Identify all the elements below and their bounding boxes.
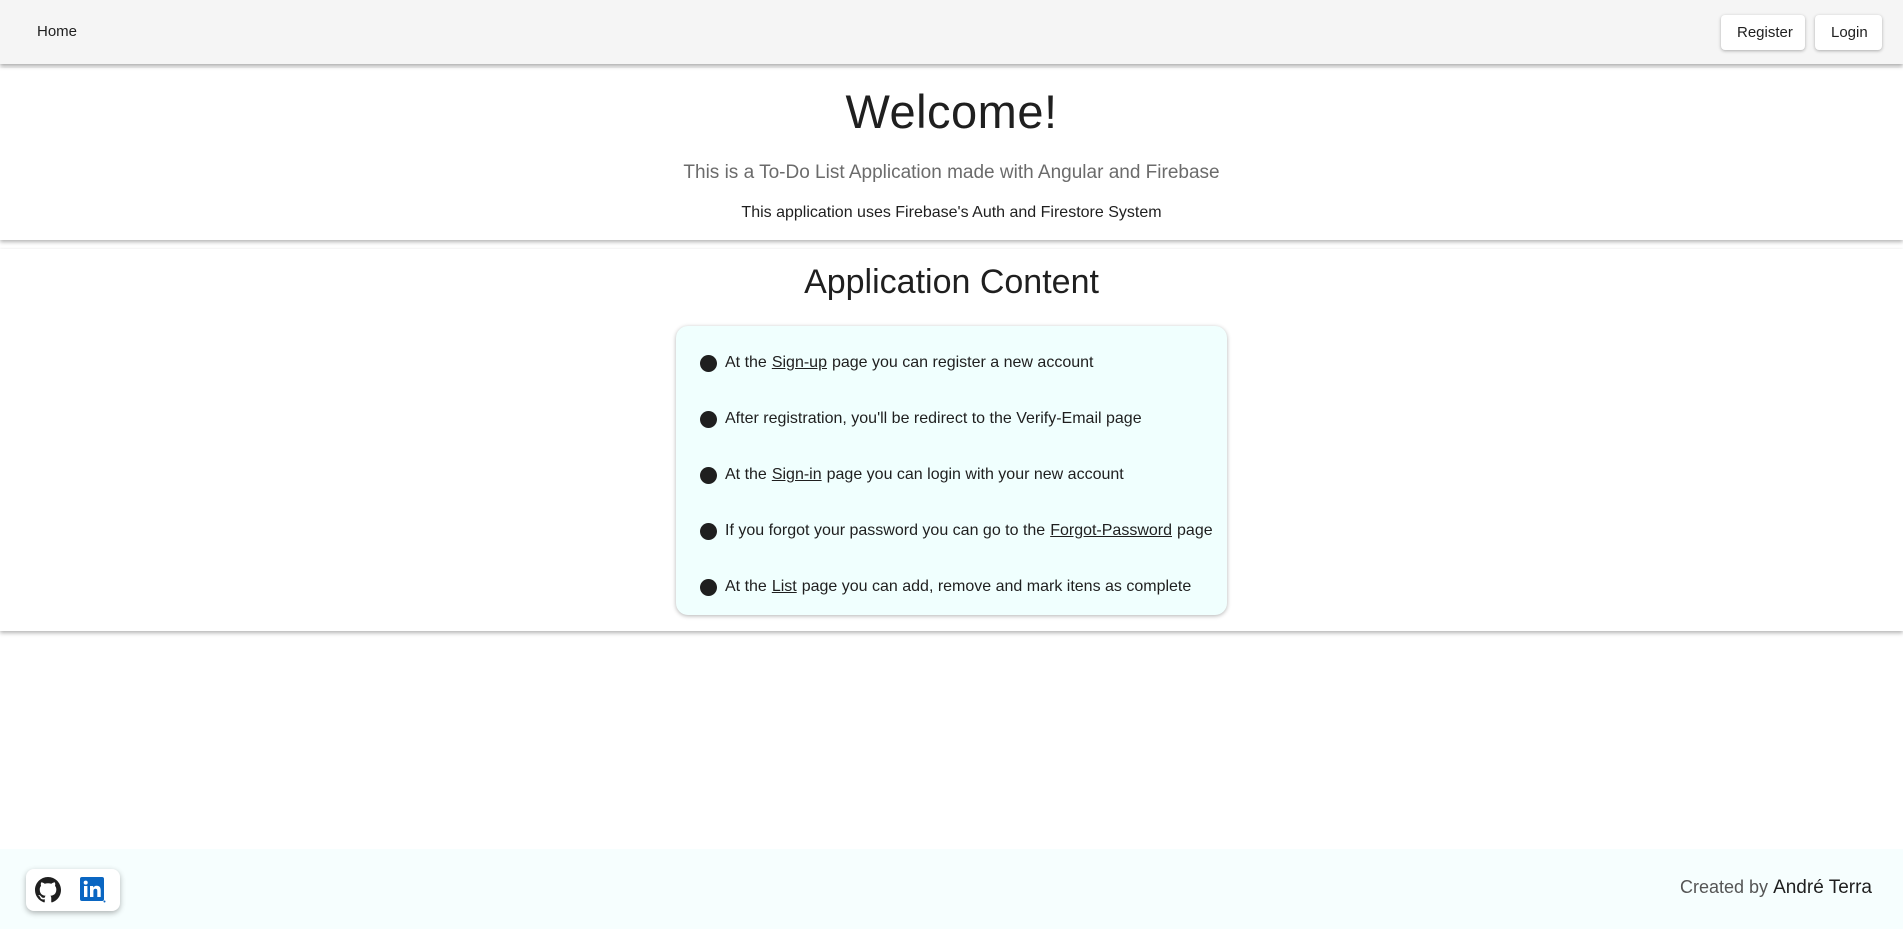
list-link[interactable]: List (772, 578, 797, 596)
welcome-card: Welcome! This is a To-Do List Applicatio… (0, 68, 1903, 240)
welcome-title: Welcome! (845, 85, 1058, 138)
list-item: After registration, you'll be redirect t… (700, 407, 1142, 431)
content-panel: At the Sign-up page you can register a n… (676, 326, 1227, 615)
author-name: André Terra (1773, 877, 1872, 898)
list-item: At the List page you can add, remove and… (700, 575, 1191, 599)
sign-up-link[interactable]: Sign-up (772, 354, 827, 372)
welcome-note: This application uses Firebase's Auth an… (741, 204, 1162, 221)
register-button[interactable]: Register (1721, 15, 1805, 50)
application-content-section: Application Content At the Sign-up page … (0, 249, 1903, 631)
bullet-icon (700, 578, 717, 596)
footer: Created by André Terra (0, 849, 1903, 929)
subtitle-prefix: This is a To-Do List Application made wi… (683, 162, 1034, 183)
github-icon[interactable] (35, 877, 61, 903)
subtitle-and: and (1108, 162, 1141, 183)
list-item: At the Sign-up page you can register a n… (700, 351, 1093, 375)
content-title: Application Content (804, 263, 1099, 301)
bullet-icon (700, 466, 717, 484)
bullet-icon (700, 410, 717, 428)
angular-link[interactable]: Angular (1038, 162, 1104, 183)
top-navbar: Home Register Login (0, 0, 1903, 64)
list-item: At the Sign-in page you can login with y… (700, 463, 1124, 487)
welcome-subtitle: This is a To-Do List Application made wi… (0, 162, 1903, 184)
bullet-icon (700, 354, 717, 372)
forgot-password-link[interactable]: Forgot-Password (1050, 522, 1172, 540)
credit-text: Created by André Terra (1680, 877, 1872, 899)
bullet-icon (700, 522, 717, 540)
firebase-link[interactable]: Firebase (1146, 162, 1220, 183)
social-links (26, 869, 120, 911)
sign-in-link[interactable]: Sign-in (772, 466, 822, 484)
home-link[interactable]: Home (18, 16, 96, 48)
login-button[interactable]: Login (1815, 15, 1882, 50)
list-item: If you forgot your password you can go t… (700, 519, 1213, 543)
linkedin-icon[interactable] (80, 877, 106, 903)
created-by-label: Created by (1679, 877, 1769, 897)
